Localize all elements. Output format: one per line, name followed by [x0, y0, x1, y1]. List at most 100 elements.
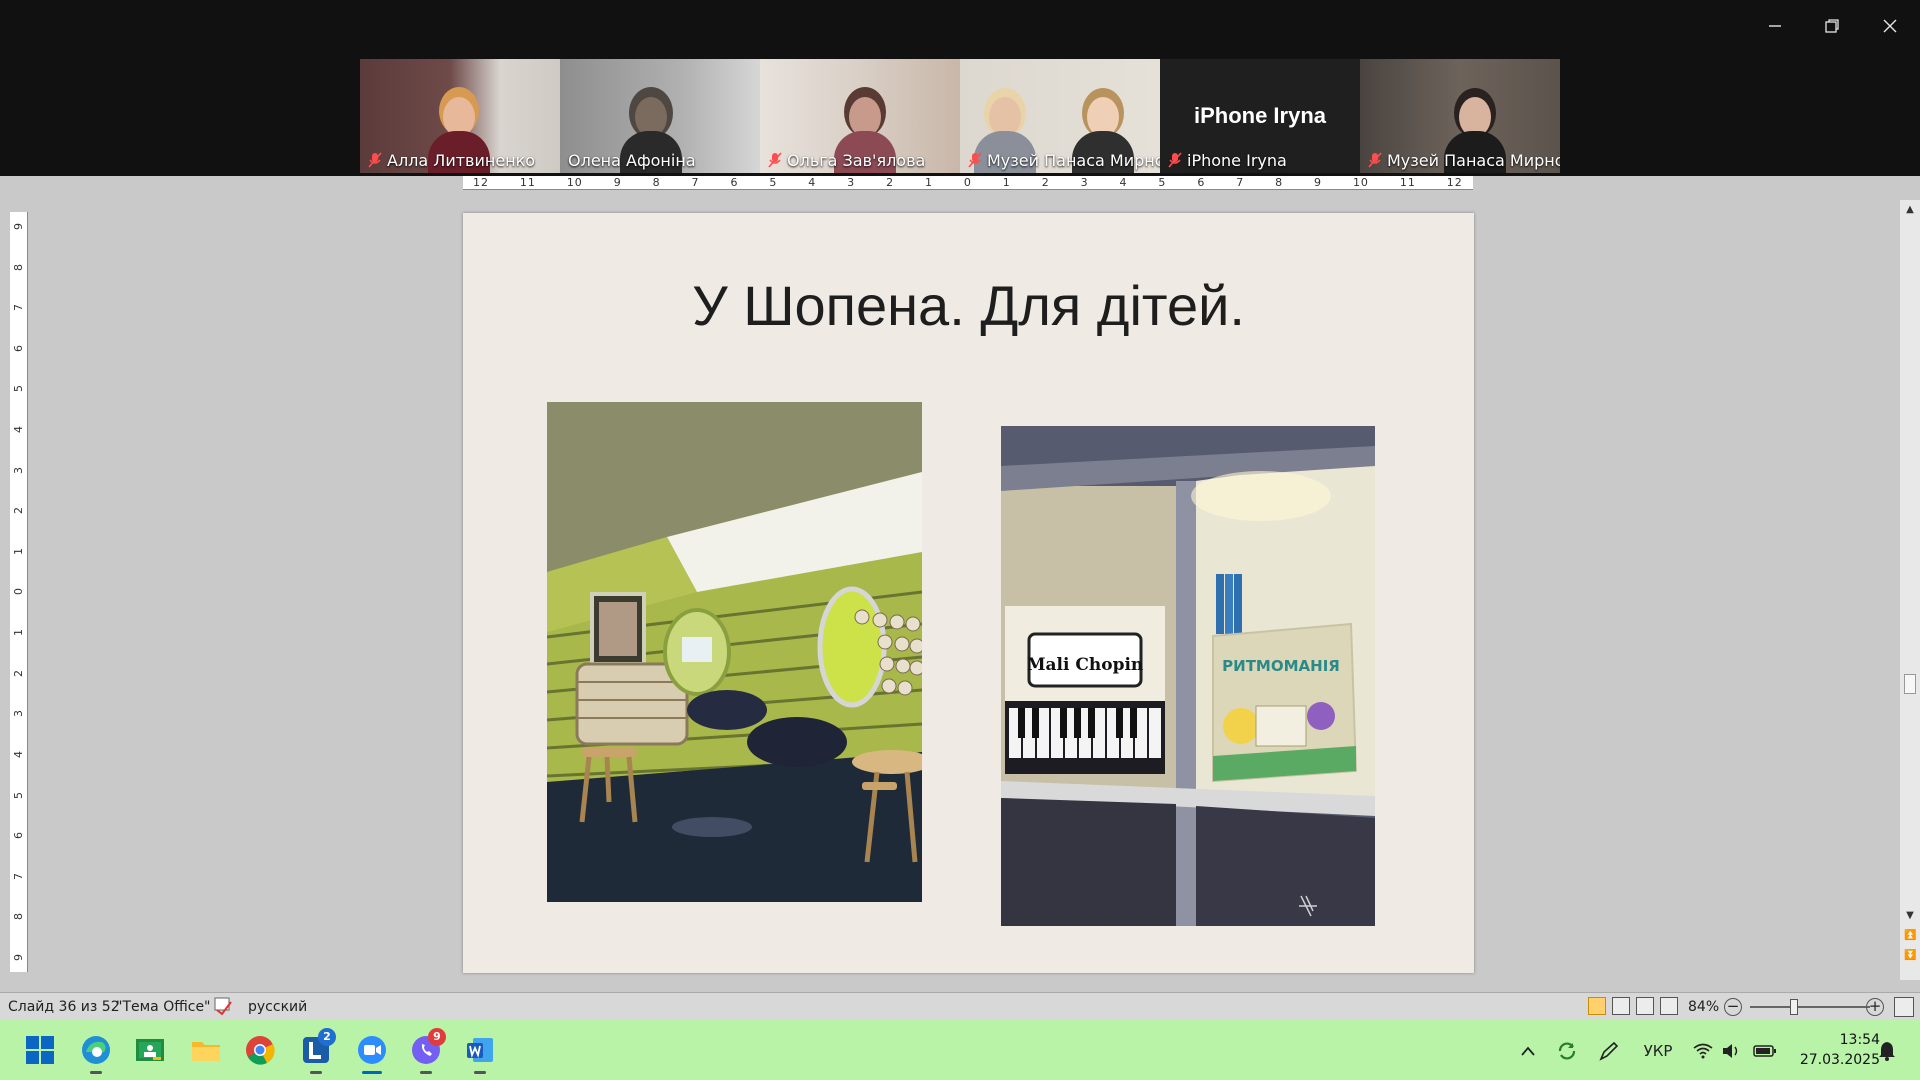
theme-name[interactable]: "Тема Office" [116, 999, 211, 1015]
ruler-tick-label: 5 [1158, 176, 1167, 189]
muted-mic-icon [968, 152, 982, 168]
ruler-tick-label: 4 [12, 426, 25, 434]
muted-mic-icon [1168, 152, 1182, 168]
participant-tile-video-off[interactable]: iPhone Iryna iPhone Iryna [1160, 59, 1360, 173]
muted-mic-icon [768, 152, 782, 168]
ruler-tick-label: 12 [473, 176, 489, 189]
ruler-tick-label: 6 [1197, 176, 1206, 189]
participant-name: Алла Литвиненко [387, 150, 536, 170]
participant-name: Ольга Зав'ялова [787, 150, 926, 170]
ruler-tick-label: 10 [1352, 176, 1369, 189]
language-indicator[interactable]: русский [248, 999, 307, 1015]
zoom-out-button[interactable]: − [1724, 998, 1742, 1016]
close-button[interactable] [1865, 10, 1915, 42]
taskbar-viber[interactable]: 9 [406, 1028, 446, 1074]
ruler-tick-label: 12 [1446, 176, 1463, 189]
pen-icon [1599, 1041, 1619, 1061]
taskbar-lingvo[interactable]: 2 [296, 1028, 336, 1074]
taskbar-word[interactable] [460, 1030, 500, 1074]
ruler-tick-label: 4 [808, 176, 817, 189]
ruler-tick-label: 9 [12, 953, 25, 961]
scrollbar-thumb[interactable] [1904, 674, 1916, 694]
reading-view-icon[interactable] [1636, 997, 1654, 1015]
notifications-icon[interactable] [1874, 1040, 1900, 1062]
ruler-tick-label: 9 [613, 176, 622, 189]
ruler-tick-label: 7 [12, 872, 25, 880]
slideshow-icon[interactable] [1660, 997, 1678, 1015]
participant-tile[interactable]: Музей Панаса Мирно... [1360, 59, 1560, 173]
ruler-tick-label: 11 [519, 176, 536, 189]
normal-view-icon[interactable] [1588, 997, 1606, 1015]
ruler-tick-label: 6 [730, 176, 739, 189]
participant-label: Ольга Зав'ялова [768, 150, 926, 170]
taskbar-edge[interactable] [76, 1030, 116, 1074]
show-hidden-icons[interactable] [1516, 1040, 1540, 1062]
system-clock[interactable]: 13:54 27.03.2025 [1790, 1030, 1880, 1070]
vertical-scrollbar[interactable]: ▲ ▼ ⏫ ⏬ [1900, 200, 1920, 980]
chevron-up-icon [1521, 1046, 1535, 1056]
zoom-level[interactable]: 84% [1688, 999, 1719, 1015]
sync-tray-icon[interactable] [1554, 1040, 1580, 1062]
fit-to-window-icon[interactable] [1894, 997, 1914, 1017]
ruler-tick-label: 10 [566, 176, 583, 189]
ruler-tick-label: 3 [847, 176, 856, 189]
wifi-icon[interactable] [1692, 1040, 1714, 1062]
ruler-tick-label: 8 [12, 263, 25, 271]
taskbar-classroom[interactable] [130, 1030, 170, 1070]
slide-title[interactable]: У Шопена. Для дітей. [463, 273, 1474, 338]
scroll-down-icon[interactable]: ▼ [1904, 910, 1916, 922]
keyboard-language[interactable]: УКР [1640, 1040, 1676, 1062]
slide-canvas[interactable]: У Шопена. Для дітей. Mali Chopin РИТМОМА… [463, 213, 1474, 973]
participant-name: iPhone Iryna [1187, 150, 1287, 170]
minimize-button[interactable] [1750, 10, 1800, 42]
muted-mic-icon [368, 152, 382, 168]
ruler-tick-label: 1 [924, 176, 933, 189]
ruler-tick-label: 5 [12, 385, 25, 393]
bookshelf-image: Mali Chopin РИТМОМАНІЯ [1001, 426, 1375, 926]
taskbar-file-explorer[interactable] [186, 1030, 226, 1070]
ruler-tick-label: 6 [12, 832, 25, 840]
participant-label: Музей Панаса Мирно... [968, 150, 1160, 170]
slide-counter: Слайд 36 из 52 [8, 999, 120, 1015]
slide-sorter-icon[interactable] [1612, 997, 1630, 1015]
zoom-slider[interactable] [1750, 1006, 1870, 1008]
viber-badge: 9 [428, 1028, 446, 1046]
ruler-tick-label: 6 [12, 344, 25, 352]
participant-tile[interactable]: Ольга Зав'ялова [760, 59, 960, 173]
zoom-icon [358, 1036, 386, 1064]
participant-strip: Алла Литвиненко Олена Афоніна Ольга Зав'… [360, 59, 1560, 173]
participant-tile[interactable]: Алла Литвиненко [360, 59, 560, 173]
next-slide-icon[interactable]: ⏬ [1904, 950, 1916, 962]
scroll-up-icon[interactable]: ▲ [1904, 204, 1916, 216]
participant-name: Музей Панаса Мирно... [987, 150, 1160, 170]
zoom-slider-thumb[interactable] [1790, 999, 1798, 1015]
previous-slide-icon[interactable]: ⏫ [1904, 930, 1916, 942]
taskbar-zoom[interactable] [352, 1030, 392, 1074]
volume-icon[interactable] [1720, 1040, 1742, 1062]
participant-tile-active-speaker[interactable]: Олена Афоніна [560, 59, 760, 173]
book-title-rytmomania: РИТМОМАНІЯ [1222, 657, 1340, 675]
ruler-tick-label: 11 [1399, 176, 1416, 189]
zoom-in-button[interactable]: + [1866, 998, 1884, 1016]
restore-button[interactable] [1807, 10, 1857, 42]
spellcheck-icon[interactable] [212, 996, 234, 1016]
pen-tray-icon[interactable] [1596, 1040, 1622, 1062]
ruler-tick-label: 4 [1119, 176, 1128, 189]
minimize-icon [1769, 25, 1781, 27]
word-icon [467, 1038, 493, 1062]
edge-icon [82, 1036, 110, 1064]
taskbar-chrome[interactable] [240, 1030, 280, 1070]
kids-room-image [547, 402, 922, 902]
slide-photo-bookshelf[interactable]: Mali Chopin РИТМОМАНІЯ [1001, 426, 1375, 926]
ruler-tick-label: 0 [963, 176, 972, 189]
ruler-tick-label: 5 [12, 791, 25, 799]
ruler-tick-label: 5 [769, 176, 778, 189]
google-classroom-icon [136, 1039, 164, 1061]
ruler-tick-label: 2 [886, 176, 895, 189]
slide-photo-kids-room[interactable] [547, 402, 922, 902]
ruler-tick-label: 3 [12, 466, 25, 474]
participant-tile[interactable]: Музей Панаса Мирно... [960, 59, 1160, 173]
start-button[interactable] [20, 1030, 60, 1070]
clock-date: 27.03.2025 [1799, 1052, 1880, 1068]
battery-icon[interactable] [1752, 1040, 1778, 1062]
